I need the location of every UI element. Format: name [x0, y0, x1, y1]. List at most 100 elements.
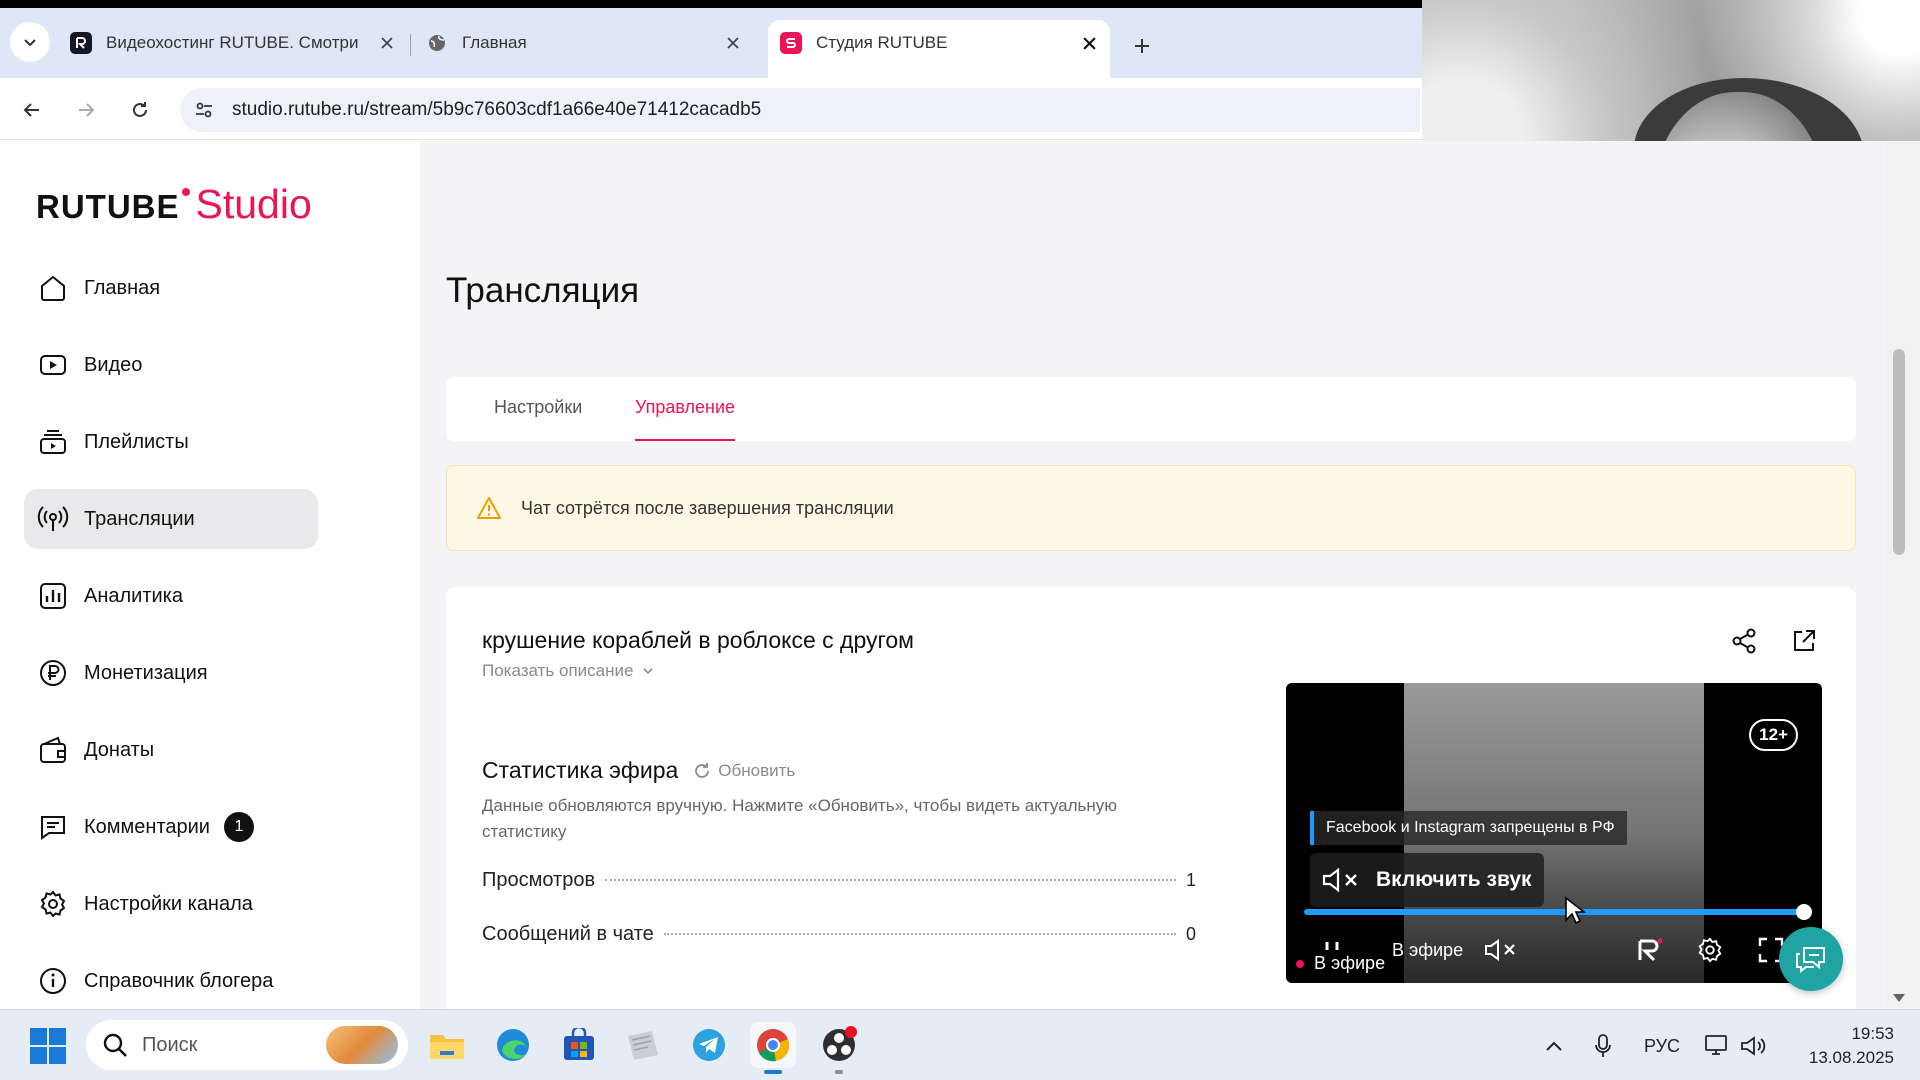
- sidebar-item-playlists[interactable]: Плейлисты: [24, 412, 318, 472]
- speaker-icon: [1741, 1036, 1766, 1056]
- clock-date: 13.08.2025: [1808, 1048, 1894, 1067]
- unmute-label: Включить звук: [1376, 868, 1532, 891]
- studio-page: RUTUBE Studio Главная Видео Плейлисты Тр…: [0, 141, 1887, 1009]
- search-icon: [102, 1032, 128, 1058]
- page-scrollbar[interactable]: [1887, 141, 1920, 1009]
- chat-warning-alert: Чат сотрётся после завершения трансляции: [446, 465, 1856, 551]
- sidebar-item-label: Донаты: [84, 738, 155, 761]
- clock-time: 19:53: [1851, 1024, 1894, 1043]
- tab-close-icon[interactable]: [374, 30, 400, 56]
- site-settings-icon[interactable]: [186, 92, 222, 128]
- start-button[interactable]: [30, 1028, 66, 1064]
- volume-tray-button[interactable]: [1740, 1028, 1766, 1064]
- open-external-button[interactable]: [1788, 625, 1820, 657]
- sidebar-item-broadcasts[interactable]: Трансляции: [24, 489, 318, 549]
- tab-rutube-studio[interactable]: Студия RUTUBE: [768, 20, 1110, 78]
- sidebar-item-blogger-guide[interactable]: Справочник блогера: [24, 951, 318, 1009]
- window-top-strip: [0, 0, 1422, 8]
- sidebar-item-channel-settings[interactable]: Настройки канала: [24, 874, 318, 934]
- tab-title: Студия RUTUBE: [816, 33, 948, 52]
- stat-label: Просмотров: [482, 869, 596, 891]
- rutube-studio-favicon: [780, 32, 802, 54]
- system-clock[interactable]: 19:53 13.08.2025: [1774, 1022, 1894, 1070]
- alert-text: Чат сотрётся после завершения трансляции: [521, 497, 894, 518]
- sidebar-item-label: Аналитика: [84, 584, 183, 607]
- edge-icon[interactable]: [490, 1022, 536, 1068]
- home-icon: [36, 271, 70, 305]
- sidebar-item-label: Справочник блогера: [84, 969, 274, 992]
- info-icon: [36, 964, 70, 998]
- url-text: studio.rutube.ru/stream/5b9c76603cdf1a66…: [232, 99, 762, 120]
- sidebar-item-comments[interactable]: Комментарии 1: [24, 797, 318, 857]
- language-indicator[interactable]: РУС: [1644, 1028, 1680, 1064]
- tab-close-icon[interactable]: [720, 30, 746, 56]
- comment-icon: [36, 810, 70, 844]
- stat-label: Сообщений в чате: [482, 923, 654, 945]
- sidebar-item-analytics[interactable]: Аналитика: [24, 566, 318, 626]
- refresh-icon: [692, 761, 712, 781]
- live-control[interactable]: В эфире: [1392, 935, 1463, 965]
- sidebar-item-donations[interactable]: Донаты: [24, 720, 318, 780]
- player-progress-knob[interactable]: [1796, 904, 1812, 920]
- back-button[interactable]: [14, 92, 50, 128]
- tab-main[interactable]: Главная: [426, 20, 746, 66]
- taskbar-search[interactable]: Поиск: [86, 1020, 408, 1070]
- sidebar-item-label: Главная: [84, 276, 161, 299]
- sidebar-item-monetization[interactable]: Монетизация: [24, 643, 318, 703]
- store-icon[interactable]: [556, 1022, 602, 1068]
- notes-icon[interactable]: [620, 1022, 666, 1068]
- network-button[interactable]: [1704, 1028, 1730, 1064]
- support-chat-button[interactable]: [1779, 927, 1843, 991]
- page-title: Трансляция: [446, 271, 640, 310]
- sidebar-item-label: Комментарии: [84, 815, 210, 838]
- stream-card: крушение кораблей в роблоксе с другом По…: [446, 587, 1856, 1009]
- unmute-button[interactable]: Включить звук: [1310, 853, 1544, 907]
- telegram-icon[interactable]: [686, 1022, 732, 1068]
- sidebar-item-video[interactable]: Видео: [24, 335, 318, 395]
- tab-bar: Видеохостинг RUTUBE. Смотри Главная Студ…: [0, 8, 1422, 78]
- tab-search-button[interactable]: [10, 22, 50, 62]
- rutube-logo-button[interactable]: [1636, 935, 1664, 965]
- tab-rutube-video[interactable]: Видеохостинг RUTUBE. Смотри: [70, 20, 400, 66]
- reload-button[interactable]: [122, 92, 158, 128]
- speaker-muted-icon: [1485, 939, 1515, 961]
- forward-button[interactable]: [68, 92, 104, 128]
- windows-taskbar: Поиск РУС 19:53 13.08.2025: [0, 1009, 1920, 1080]
- tray-overflow-button[interactable]: [1544, 1028, 1564, 1064]
- refresh-stats-button[interactable]: Обновить: [692, 761, 795, 781]
- file-explorer-icon[interactable]: [424, 1022, 470, 1068]
- volume-button[interactable]: [1484, 935, 1520, 965]
- chevron-up-icon: [1546, 1041, 1562, 1051]
- tab-management[interactable]: Управление: [635, 397, 736, 441]
- show-description-toggle[interactable]: Показать описание: [482, 661, 655, 681]
- wallet-icon: [36, 733, 70, 767]
- network-icon: [1705, 1035, 1727, 1055]
- comments-count-badge: 1: [223, 812, 254, 842]
- address-bar: studio.rutube.ru/stream/5b9c76603cdf1a66…: [0, 78, 1422, 140]
- sidebar-item-home[interactable]: Главная: [24, 258, 318, 318]
- new-tab-button[interactable]: [1124, 28, 1160, 64]
- plus-icon: [1135, 39, 1149, 53]
- stream-player[interactable]: 12+ Facebook и Instagram запрещены в РФ …: [1286, 683, 1822, 983]
- tab-close-icon[interactable]: [1076, 30, 1102, 56]
- player-settings-button[interactable]: [1696, 935, 1724, 965]
- ruble-icon: [36, 656, 70, 690]
- tab-title: Видеохостинг RUTUBE. Смотри: [106, 33, 359, 52]
- sidebar-item-label: Монетизация: [84, 661, 208, 684]
- obs-icon[interactable]: [816, 1022, 862, 1074]
- share-button[interactable]: [1728, 625, 1760, 657]
- tab-settings[interactable]: Настройки: [494, 397, 582, 441]
- reload-icon: [133, 102, 147, 117]
- playlist-icon: [36, 425, 70, 459]
- microphone-button[interactable]: [1594, 1028, 1612, 1064]
- chrome-icon[interactable]: [750, 1022, 796, 1074]
- tab-title: Главная: [462, 33, 527, 52]
- scrollbar-thumb[interactable]: [1893, 349, 1905, 555]
- stat-leader-dots: [663, 933, 1176, 935]
- rutube-studio-logo[interactable]: RUTUBE Studio: [36, 181, 312, 228]
- stats-title: Статистика эфира: [482, 757, 679, 783]
- player-progress-bar[interactable]: [1304, 904, 1812, 920]
- scroll-down-icon[interactable]: [1891, 991, 1907, 1005]
- url-field[interactable]: studio.rutube.ru/stream/5b9c76603cdf1a66…: [180, 88, 1420, 132]
- globe-favicon: [426, 32, 448, 54]
